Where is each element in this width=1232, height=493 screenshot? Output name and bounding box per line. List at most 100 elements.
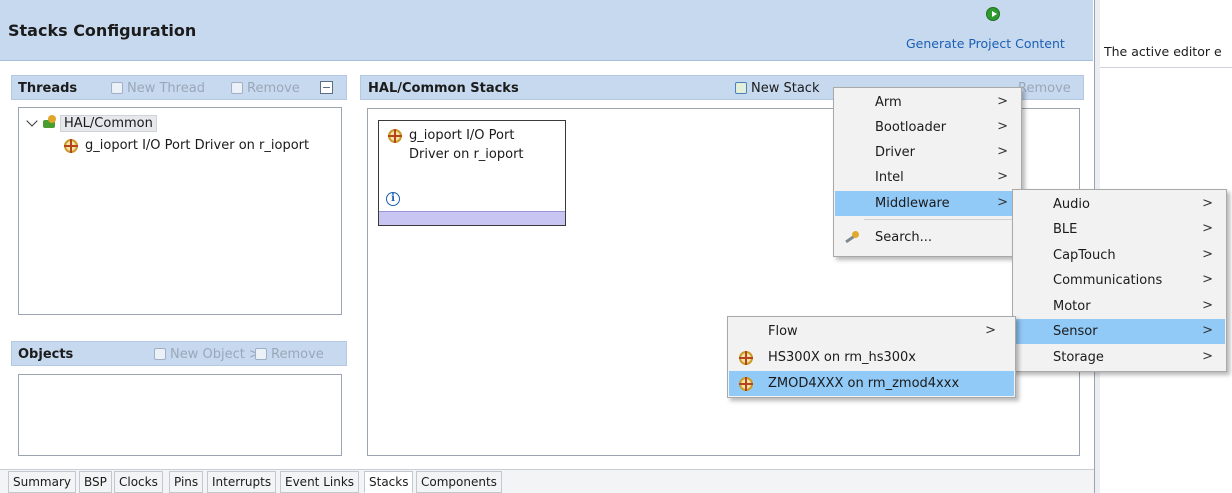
tab-summary-label: Summary xyxy=(13,475,71,489)
search-wand-icon xyxy=(843,231,859,242)
tab-bsp[interactable]: BSP xyxy=(79,471,112,493)
chevron-right-icon: > xyxy=(1202,247,1213,262)
tab-interrupts-label: Interrupts xyxy=(212,475,272,489)
tab-summary[interactable]: Summary xyxy=(8,471,76,493)
menu-item-flow-label: Flow xyxy=(768,324,798,339)
menu-item-search-label: Search... xyxy=(875,230,933,245)
menu-item-driver-label: Driver xyxy=(875,145,916,160)
hal-common-icon xyxy=(42,114,58,130)
chevron-right-icon: > xyxy=(997,119,1008,134)
remove-stack-label: Remove xyxy=(1018,81,1071,96)
editor-tabs-bar xyxy=(0,469,1094,493)
tab-clocks[interactable]: Clocks xyxy=(114,471,163,493)
new-object-icon xyxy=(154,348,166,360)
menu-item-storage[interactable]: Storage > xyxy=(1014,345,1225,370)
tab-event-links-label: Event Links xyxy=(285,475,355,489)
remove-object-label: Remove xyxy=(271,347,324,362)
menu-separator xyxy=(864,219,1019,220)
tab-stacks-label: Stacks xyxy=(369,475,409,489)
tab-clocks-label: Clocks xyxy=(119,475,158,489)
menu-item-zmod4xxx[interactable]: ZMOD4XXX on rm_zmod4xxx xyxy=(729,371,1014,396)
component-icon xyxy=(64,139,78,153)
menu-item-motor[interactable]: Motor > xyxy=(1014,294,1225,319)
new-thread-icon xyxy=(111,82,123,94)
chevron-right-icon: > xyxy=(1202,221,1213,236)
tree-item-ioport-label: g_ioport I/O Port Driver on r_ioport xyxy=(85,138,310,153)
menu-item-middleware-label: Middleware xyxy=(875,196,950,211)
chevron-right-icon: > xyxy=(997,169,1008,184)
new-stack-icon xyxy=(735,82,747,94)
stack-block-footer xyxy=(379,211,565,225)
tab-components[interactable]: Components xyxy=(416,471,502,493)
page-title: Stacks Configuration xyxy=(8,21,197,40)
menu-item-driver[interactable]: Driver > xyxy=(835,140,1020,165)
menu-item-bootloader-label: Bootloader xyxy=(875,120,947,135)
tab-pins[interactable]: Pins xyxy=(169,471,204,493)
menu-item-ble-label: BLE xyxy=(1053,222,1078,237)
remove-icon xyxy=(231,82,243,94)
tab-pins-label: Pins xyxy=(174,475,199,489)
menu-item-arm-label: Arm xyxy=(875,95,902,110)
tab-bsp-label: BSP xyxy=(84,475,107,489)
menu-item-captouch-label: CapTouch xyxy=(1053,248,1116,263)
remove-thread-button[interactable]: Remove xyxy=(231,81,300,96)
tree-item-ioport[interactable]: g_ioport I/O Port Driver on r_ioport xyxy=(85,138,309,153)
chevron-right-icon: > xyxy=(997,195,1008,210)
menu-item-communications-label: Communications xyxy=(1053,273,1163,288)
tab-event-links[interactable]: Event Links xyxy=(280,471,360,493)
info-icon[interactable]: i xyxy=(386,192,400,206)
tab-components-label: Components xyxy=(421,475,497,489)
menu-item-intel-label: Intel xyxy=(875,170,904,185)
menu-item-audio-label: Audio xyxy=(1053,197,1090,212)
component-icon xyxy=(739,377,753,391)
remove-stack-button[interactable]: Remove xyxy=(1018,81,1071,96)
new-stack-button[interactable]: New Stack xyxy=(735,81,819,96)
new-stack-menu: Arm > Bootloader > Driver > Intel > Middlewa… xyxy=(833,87,1022,257)
component-icon xyxy=(388,129,402,143)
menu-item-storage-label: Storage xyxy=(1053,350,1104,365)
right-pane-message: The active editor e xyxy=(1104,44,1222,59)
menu-item-communications[interactable]: Communications > xyxy=(1014,268,1225,293)
menu-item-ble[interactable]: BLE > xyxy=(1014,217,1225,242)
collapse-all-icon[interactable] xyxy=(320,81,333,94)
objects-title: Objects xyxy=(18,347,74,362)
middleware-submenu: Audio > BLE > CapTouch > Communications > Mo… xyxy=(1012,189,1227,372)
menu-item-search[interactable]: Search... xyxy=(835,225,1020,250)
new-stack-label: New Stack xyxy=(751,81,820,96)
stacks-title: HAL/Common Stacks xyxy=(368,81,519,96)
remove-object-button[interactable]: Remove xyxy=(255,347,324,362)
component-icon xyxy=(739,351,753,365)
remove-thread-label: Remove xyxy=(247,81,300,96)
new-object-label: New Object > xyxy=(170,347,260,362)
menu-item-zmod4xxx-label: ZMOD4XXX on rm_zmod4xxx xyxy=(768,376,960,391)
menu-item-motor-label: Motor xyxy=(1053,299,1091,314)
menu-item-flow[interactable]: Flow > xyxy=(729,319,1014,344)
menu-item-captouch[interactable]: CapTouch > xyxy=(1014,243,1225,268)
menu-item-intel[interactable]: Intel > xyxy=(835,165,1020,190)
new-object-button[interactable]: New Object > xyxy=(154,347,260,362)
menu-item-audio[interactable]: Audio > xyxy=(1014,192,1225,217)
tab-stacks[interactable]: Stacks xyxy=(364,471,414,493)
chevron-right-icon: > xyxy=(997,94,1008,109)
remove-icon xyxy=(255,348,267,360)
menu-item-hs300x-label: HS300X on rm_hs300x xyxy=(768,350,917,365)
chevron-right-icon: > xyxy=(997,144,1008,159)
menu-item-arm[interactable]: Arm > xyxy=(835,90,1020,115)
tree-item-hal-common-label: HAL/Common xyxy=(64,116,153,131)
menu-item-sensor-label: Sensor xyxy=(1053,324,1098,339)
chevron-right-icon: > xyxy=(1202,272,1213,287)
generate-project-content-link[interactable]: Generate Project Content xyxy=(906,36,1065,51)
menu-item-middleware[interactable]: Middleware > xyxy=(835,191,1020,216)
generate-play-icon[interactable] xyxy=(986,7,1000,21)
tree-item-hal-common[interactable]: HAL/Common xyxy=(60,115,157,132)
menu-item-sensor[interactable]: Sensor > xyxy=(1014,319,1225,344)
chevron-right-icon: > xyxy=(1202,298,1213,313)
menu-item-bootloader[interactable]: Bootloader > xyxy=(835,115,1020,140)
menu-item-hs300x[interactable]: HS300X on rm_hs300x xyxy=(729,345,1014,370)
new-thread-button[interactable]: New Thread xyxy=(111,81,205,96)
objects-list xyxy=(18,374,342,456)
tab-interrupts[interactable]: Interrupts xyxy=(207,471,277,493)
chevron-right-icon: > xyxy=(985,323,996,338)
new-thread-label: New Thread xyxy=(127,81,205,96)
stack-block-line2: Driver on r_ioport xyxy=(409,147,524,162)
